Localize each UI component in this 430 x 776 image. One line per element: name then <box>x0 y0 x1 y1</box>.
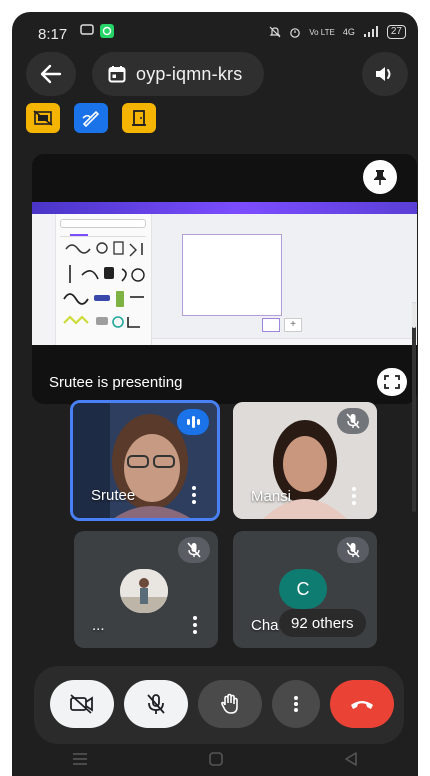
shared-graphics-grid <box>63 241 145 328</box>
whatsapp-icon <box>100 24 114 38</box>
end-call-icon <box>351 701 373 709</box>
door-icon <box>132 110 146 126</box>
presentation-panel[interactable]: + Srutee is presenting <box>32 154 417 404</box>
audio-output-button[interactable] <box>362 52 408 96</box>
shared-search-box <box>60 219 146 228</box>
alarm-icon <box>290 28 301 38</box>
door-chip[interactable] <box>122 103 156 133</box>
more-icon <box>294 696 298 712</box>
participant-tile-others[interactable]: C Cha 92 others <box>233 531 377 648</box>
shared-panel-tabs <box>60 231 146 237</box>
recording-off-chip[interactable] <box>26 103 60 133</box>
whiteboard-icon <box>82 110 100 127</box>
signal-label: 4G <box>342 27 355 37</box>
recording-off-icon <box>33 110 53 126</box>
battery-indicator: 27 <box>386 25 406 39</box>
mic-off-icon <box>346 542 360 558</box>
back-nav-button[interactable] <box>344 751 358 772</box>
participant-tile-srutee[interactable]: Srutee <box>70 400 220 521</box>
mic-off-icon <box>147 694 165 714</box>
volte-label: Vo LTE <box>309 27 335 37</box>
muted-indicator <box>178 537 210 563</box>
participant-more-button[interactable] <box>189 486 199 504</box>
participant-name: ... <box>92 617 105 634</box>
speaker-icon <box>376 67 391 81</box>
recents-button[interactable] <box>72 752 88 771</box>
muted-indicator <box>337 408 369 434</box>
end-call-button[interactable] <box>330 680 394 728</box>
shared-canvas-area: + <box>152 214 417 345</box>
scrollbar[interactable] <box>412 302 416 512</box>
shared-app-footer <box>152 338 417 345</box>
fullscreen-icon <box>384 375 400 389</box>
shared-add-page: + <box>284 318 302 332</box>
back-button[interactable] <box>26 52 76 96</box>
meeting-code: oyp-iqmn-krs <box>136 63 243 84</box>
participant-name: Mansi <box>251 488 292 505</box>
mic-off-icon <box>346 413 360 429</box>
pin-button[interactable] <box>363 160 397 194</box>
participant-tile-unnamed[interactable]: ... <box>74 531 218 648</box>
fullscreen-button[interactable] <box>377 368 407 396</box>
signal-icon <box>363 26 378 37</box>
status-bar: 8:17 Vo LTE 4G 27 <box>12 12 418 52</box>
camera-toggle-button[interactable] <box>50 680 114 728</box>
scrollbar-thumb[interactable] <box>412 302 416 328</box>
avatar-photo <box>120 569 168 613</box>
participant-name: Srutee <box>91 487 136 504</box>
shared-screen: + <box>32 202 417 345</box>
shared-page-thumbnail <box>262 318 280 332</box>
participant-name: Cha <box>251 617 279 634</box>
shared-elements-panel <box>56 214 152 345</box>
participant-more-button[interactable] <box>349 487 359 505</box>
avatar <box>120 569 168 613</box>
meeting-info-button[interactable]: oyp-iqmn-krs <box>92 52 264 96</box>
raise-hand-button[interactable] <box>198 680 262 728</box>
arrow-left-icon <box>40 64 62 84</box>
meet-screen: 8:17 Vo LTE 4G 27 oyp-iqmn-krs + Srutee … <box>12 12 418 776</box>
back-triangle-icon <box>345 751 357 766</box>
system-nav-bar <box>12 746 418 776</box>
meeting-status-chips <box>26 103 156 133</box>
presenter-label: Srutee is presenting <box>49 374 183 391</box>
whiteboard-chip[interactable] <box>74 103 108 133</box>
cast-icon <box>80 24 94 35</box>
mic-toggle-button[interactable] <box>124 680 188 728</box>
mic-off-icon <box>187 542 201 558</box>
recents-icon <box>73 752 87 765</box>
home-button[interactable] <box>208 751 224 772</box>
shared-app-sidebar <box>32 214 56 345</box>
raise-hand-icon <box>221 693 238 714</box>
status-left-icons <box>80 24 114 38</box>
avatar: C <box>279 569 327 609</box>
pin-icon <box>374 170 386 185</box>
muted-indicator <box>337 537 369 563</box>
status-right-icons: Vo LTE 4G 27 <box>269 25 406 39</box>
participant-tile-mansi[interactable]: Mansi <box>233 402 377 519</box>
calendar-icon <box>108 66 126 83</box>
call-controls <box>34 666 404 744</box>
shared-design-page <box>182 234 282 316</box>
speaking-indicator <box>177 409 209 435</box>
camera-off-icon <box>70 694 93 714</box>
shared-app-toolbar <box>32 202 417 214</box>
participant-more-button[interactable] <box>190 616 200 634</box>
home-icon <box>209 751 223 766</box>
others-count-button[interactable]: 92 others <box>279 609 366 637</box>
mute-notification-icon <box>269 26 281 38</box>
status-time: 8:17 <box>38 26 68 43</box>
more-options-button[interactable] <box>272 680 320 728</box>
